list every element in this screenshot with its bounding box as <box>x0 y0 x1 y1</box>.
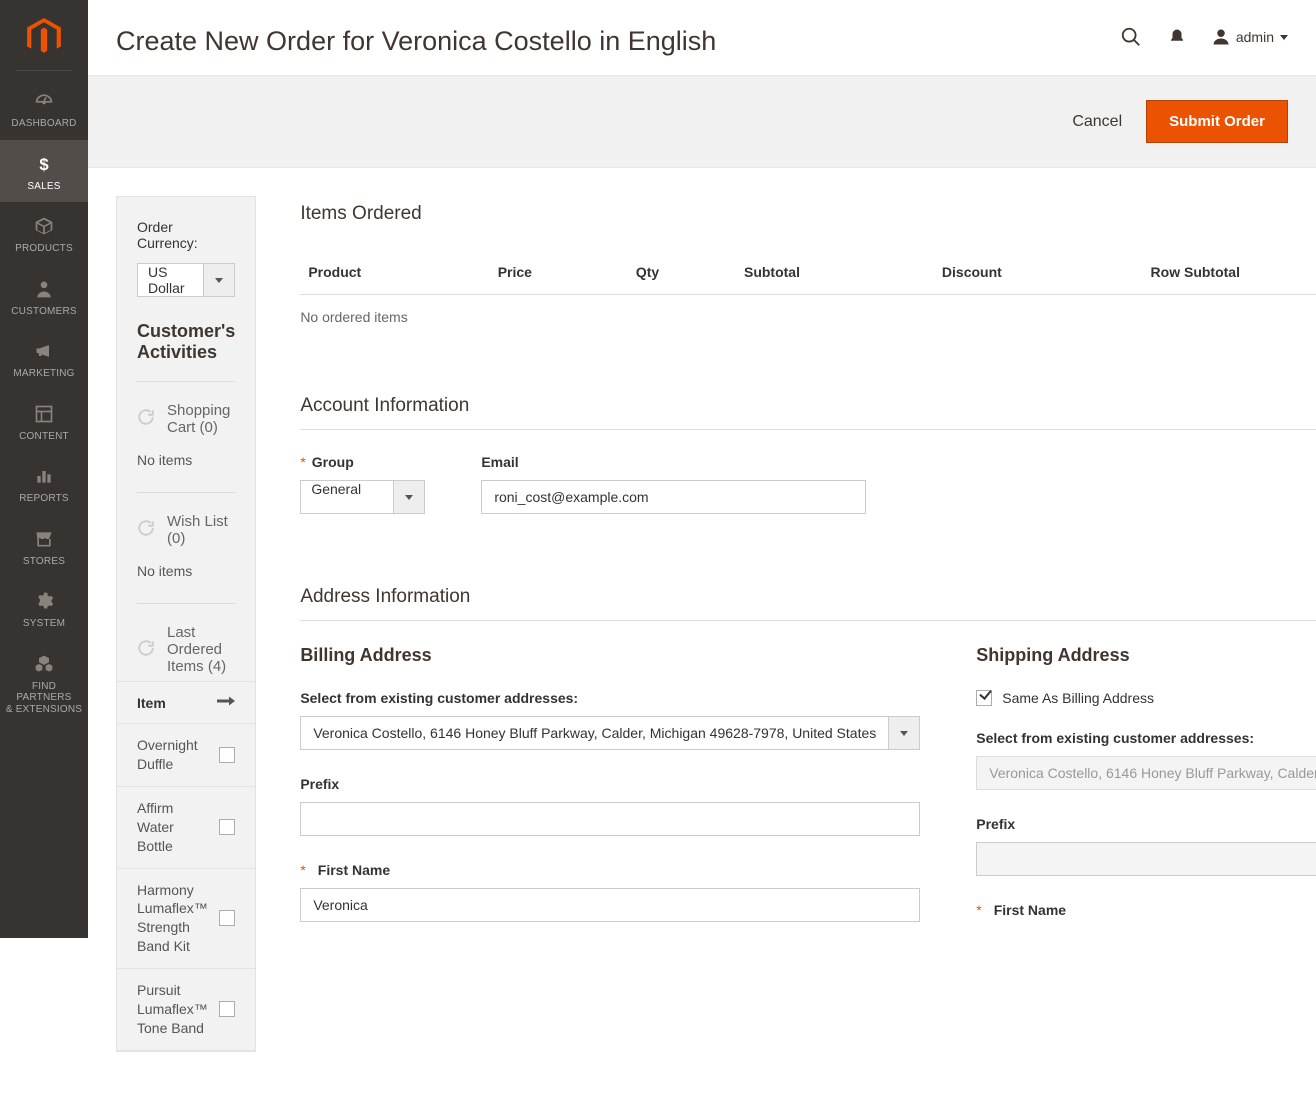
shipping-prefix-label: Prefix <box>976 816 1316 832</box>
email-input[interactable] <box>481 480 866 514</box>
billing-prefix-input[interactable] <box>300 802 920 836</box>
customer-activities-heading: Customer's Activities <box>137 321 235 363</box>
last-ordered-row: Pursuit Lumaflex™ Tone Band <box>117 969 255 1051</box>
storefront-icon <box>33 527 55 551</box>
shopping-cart-heading[interactable]: Shopping Cart (0) <box>167 402 235 436</box>
gauge-icon <box>33 89 55 113</box>
chevron-down-icon <box>203 263 235 297</box>
submit-order-button[interactable]: Submit Order <box>1146 100 1288 143</box>
add-to-order-checkbox[interactable] <box>219 819 235 835</box>
reload-icon[interactable] <box>137 519 155 541</box>
nav-item-find-partners-extensions[interactable]: FIND PARTNERS& EXTENSIONS <box>0 640 88 726</box>
billing-prefix-label: Prefix <box>300 776 920 792</box>
chevron-down-icon <box>1280 35 1288 40</box>
nav-item-customers[interactable]: CUSTOMERS <box>0 265 88 328</box>
svg-text:$: $ <box>39 154 49 173</box>
admin-sidebar: DASHBOARD$SALESPRODUCTSCUSTOMERSMARKETIN… <box>0 0 88 938</box>
items-ordered-empty: No ordered items <box>300 295 1316 325</box>
wish-list-heading[interactable]: Wish List (0) <box>167 513 235 547</box>
shipping-address-section: Shipping Address Same As Billing Address… <box>976 645 1316 928</box>
admin-user-label: admin <box>1236 29 1274 45</box>
shipping-prefix-input <box>976 842 1316 876</box>
column-subtotal: Subtotal <box>736 250 934 295</box>
admin-user-menu[interactable]: admin <box>1212 28 1288 46</box>
items-ordered-heading: Items Ordered <box>300 203 421 225</box>
megaphone-icon <box>33 339 55 363</box>
item-column-header: Item <box>137 695 166 711</box>
nav-item-sales[interactable]: $SALES <box>0 140 88 203</box>
sidebar-divider <box>16 70 72 71</box>
last-ordered-name: Pursuit Lumaflex™ Tone Band <box>137 981 219 1038</box>
chevron-down-icon <box>393 480 425 514</box>
add-to-order-checkbox[interactable] <box>219 1001 235 1017</box>
address-info-heading: Address Information <box>300 586 1316 608</box>
last-ordered-row: Overnight Duffle <box>117 724 255 787</box>
magento-logo[interactable] <box>0 0 88 70</box>
last-ordered-name: Affirm Water Bottle <box>137 799 219 856</box>
activities-panel: Order Currency: US Dollar Customer's Act… <box>116 196 256 1052</box>
search-icon[interactable] <box>1120 26 1142 48</box>
action-bar: Cancel Submit Order <box>88 75 1316 168</box>
billing-address-select[interactable]: Veronica Costello, 6146 Honey Bluff Park… <box>300 716 920 750</box>
add-to-order-checkbox[interactable] <box>219 910 235 926</box>
column-product: Product <box>300 250 489 295</box>
arrow-right-icon <box>217 694 235 711</box>
box-icon <box>33 214 55 238</box>
billing-select-label: Select from existing customer addresses: <box>300 690 920 706</box>
last-ordered-name: Overnight Duffle <box>137 736 219 774</box>
cubes-icon <box>33 652 55 676</box>
order-currency-label: Order Currency: <box>137 219 235 251</box>
page-title: Create New Order for Veronica Costello i… <box>116 24 716 59</box>
dollar-icon: $ <box>33 152 55 176</box>
nav-item-dashboard[interactable]: DASHBOARD <box>0 77 88 140</box>
last-ordered-heading[interactable]: Last Ordered Items (4) <box>167 624 235 675</box>
shipping-address-heading: Shipping Address <box>976 645 1316 666</box>
group-label: *Group <box>300 454 425 470</box>
shopping-cart-empty: No items <box>137 452 235 468</box>
page-header: Create New Order for Veronica Costello i… <box>88 0 1316 75</box>
last-ordered-row: Harmony Lumaflex™ Strength Band Kit <box>117 869 255 970</box>
nav-item-reports[interactable]: REPORTS <box>0 452 88 515</box>
billing-firstname-label: *First Name <box>300 862 920 878</box>
cancel-button[interactable]: Cancel <box>1072 113 1122 131</box>
nav-item-system[interactable]: SYSTEM <box>0 577 88 640</box>
shipping-firstname-label: *First Name <box>976 902 1316 918</box>
bars-icon <box>33 464 55 488</box>
order-currency-select[interactable]: US Dollar <box>137 263 235 297</box>
person-icon <box>33 277 55 301</box>
checkbox-icon <box>976 690 992 706</box>
nav-item-content[interactable]: CONTENT <box>0 390 88 453</box>
nav-item-marketing[interactable]: MARKETING <box>0 327 88 390</box>
reload-icon[interactable] <box>137 408 155 430</box>
last-ordered-table: Item Overnight Duffle Affirm Water Bottle… <box>117 681 255 1051</box>
email-label: Email <box>481 454 866 470</box>
add-to-order-checkbox[interactable] <box>219 747 235 763</box>
billing-firstname-input[interactable] <box>300 888 920 922</box>
gear-icon <box>33 589 55 613</box>
nav-item-products[interactable]: PRODUCTS <box>0 202 88 265</box>
billing-address-heading: Billing Address <box>300 645 920 666</box>
shipping-select-label: Select from existing customer addresses: <box>976 730 1316 746</box>
notifications-icon[interactable] <box>1168 28 1186 46</box>
nav-item-stores[interactable]: STORES <box>0 515 88 578</box>
account-info-heading: Account Information <box>300 395 1316 417</box>
column-row-subtotal: Row Subtotal <box>1143 250 1316 295</box>
column-price: Price <box>490 250 628 295</box>
column-discount: Discount <box>934 250 1143 295</box>
layout-icon <box>33 402 55 426</box>
billing-address-section: Billing Address Select from existing cus… <box>300 645 920 928</box>
column-qty: Qty <box>628 250 736 295</box>
group-select[interactable]: General <box>300 480 425 514</box>
wish-list-empty: No items <box>137 563 235 579</box>
items-ordered-table: ProductPriceQtySubtotalDiscountRow Subto… <box>300 250 1316 295</box>
reload-icon[interactable] <box>137 639 155 661</box>
last-ordered-row: Affirm Water Bottle <box>117 787 255 869</box>
same-as-billing-checkbox[interactable]: Same As Billing Address <box>976 690 1316 706</box>
last-ordered-name: Harmony Lumaflex™ Strength Band Kit <box>137 881 219 957</box>
chevron-down-icon <box>888 716 920 750</box>
shipping-address-select: Veronica Costello, 6146 Honey Bluff Park… <box>976 756 1316 790</box>
